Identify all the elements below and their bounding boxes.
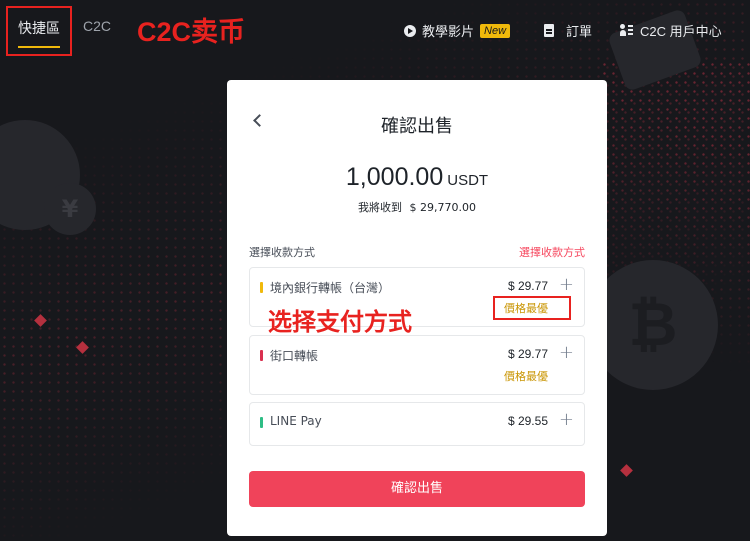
- method-price: $ 29.77: [507, 279, 548, 293]
- payment-method-line-pay[interactable]: LINE Pay $ 29.55 +: [249, 402, 585, 446]
- confirm-sell-dialog: 確認出售 1,000.00 USDT 我將收到 $ 29,770.00 選擇收款方…: [227, 80, 607, 536]
- sell-amount: 1,000.00 USDT: [227, 163, 607, 192]
- top-navigation: 快捷區 C2C C2C卖币 教學影片 New 訂單 C2C 用戶中心: [0, 0, 750, 60]
- add-icon[interactable]: +: [559, 342, 574, 363]
- user-center-link[interactable]: C2C 用戶中心: [620, 21, 722, 40]
- user-center-label: C2C 用戶中心: [640, 24, 722, 39]
- annotation-select-payment: 选择支付方式: [268, 308, 412, 336]
- orders-link[interactable]: 訂單: [544, 21, 592, 40]
- background-pattern-right: [600, 60, 750, 460]
- tutorial-video-link[interactable]: 教學影片 New: [404, 21, 511, 40]
- method-price: $ 29.55: [507, 414, 548, 428]
- annotation-title: C2C卖币: [137, 17, 246, 47]
- yen-coin-decoration: ¥: [44, 183, 96, 235]
- method-color-bar: [260, 350, 263, 361]
- tab-c2c[interactable]: C2C: [83, 18, 111, 34]
- receive-label: 我將收到: [358, 201, 402, 214]
- users-icon: [620, 24, 634, 37]
- new-badge: New: [480, 23, 511, 38]
- add-icon[interactable]: +: [559, 409, 574, 430]
- method-price: $ 29.77: [507, 347, 548, 361]
- payment-method-jkopay[interactable]: 街口轉帳 $ 29.77 + 價格最優: [249, 335, 585, 395]
- confirm-sell-button[interactable]: 確認出售: [249, 471, 585, 507]
- best-price-tag: 價格最優: [504, 370, 548, 383]
- add-icon[interactable]: +: [559, 274, 574, 295]
- document-icon: [544, 24, 554, 37]
- receive-amount: 我將收到 $ 29,770.00: [227, 199, 607, 215]
- play-icon: [404, 24, 416, 37]
- tutorial-label: 教學影片: [422, 24, 475, 39]
- orders-label: 訂單: [566, 24, 593, 39]
- payment-section-label: 選擇收款方式: [249, 246, 315, 259]
- method-name: 境內銀行轉帳（台灣）: [270, 281, 391, 295]
- amount-value: 1,000.00: [345, 163, 444, 191]
- receive-value: $ 29,770.00: [409, 201, 476, 214]
- bitcoin-coin-decoration: ₿: [588, 260, 718, 390]
- method-name: 街口轉帳: [270, 349, 319, 363]
- method-color-bar: [260, 282, 263, 293]
- method-color-bar: [260, 417, 263, 428]
- annotation-box-best-price: [493, 296, 571, 320]
- dialog-title: 確認出售: [381, 116, 453, 137]
- amount-unit: USDT: [447, 172, 489, 189]
- payment-section-action[interactable]: 選擇收款方式: [519, 244, 585, 260]
- method-name: LINE Pay: [270, 414, 322, 428]
- annotation-box-quick-tab: [6, 6, 72, 56]
